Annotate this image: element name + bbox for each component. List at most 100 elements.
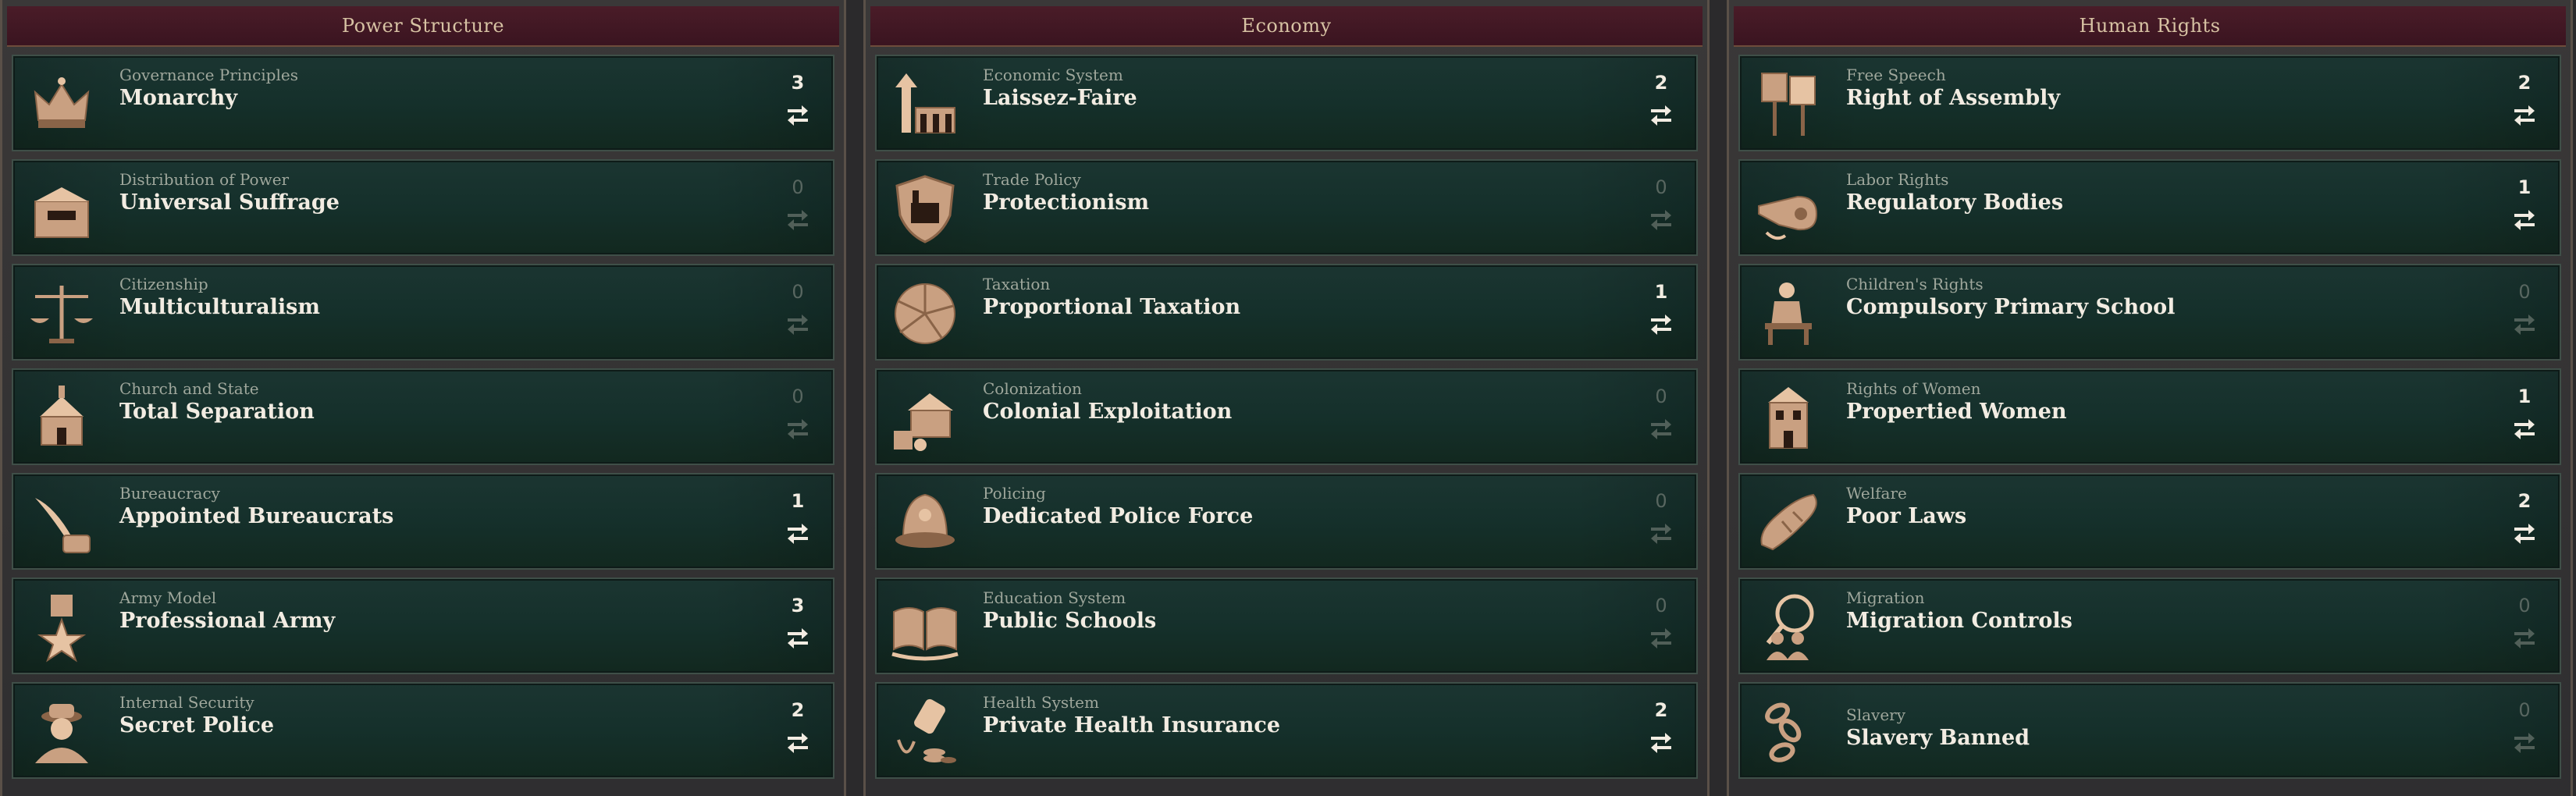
- change-law-icon[interactable]: [1648, 101, 1674, 128]
- law-category: Welfare: [1846, 484, 1907, 503]
- change-law-icon[interactable]: [1648, 520, 1674, 546]
- school-desk-icon: [1751, 275, 1826, 350]
- law-name: Private Health Insurance: [983, 713, 1281, 737]
- law-category: Free Speech: [1846, 66, 1946, 84]
- law-name: Multiculturalism: [119, 295, 320, 319]
- change-law-icon[interactable]: [2511, 415, 2538, 442]
- magnifier-people-icon: [1751, 588, 1826, 663]
- law-row[interactable]: Labor Rights Regulatory Bodies 1: [1738, 159, 2561, 256]
- change-law-icon[interactable]: [785, 206, 811, 233]
- law-category: Trade Policy: [983, 170, 1081, 189]
- factory-arrow-icon: [888, 66, 962, 140]
- law-row[interactable]: Colonization Colonial Exploitation 0: [875, 368, 1698, 465]
- law-name: Monarchy: [119, 86, 238, 110]
- panel-title: Human Rights: [1734, 6, 2566, 47]
- law-category: Army Model: [119, 588, 217, 607]
- church-icon: [24, 379, 99, 454]
- law-count: 1: [2517, 176, 2532, 198]
- law-row[interactable]: Citizenship Multiculturalism 0: [12, 264, 834, 361]
- house-goods-icon: [888, 379, 962, 454]
- change-law-icon[interactable]: [785, 520, 811, 546]
- law-row[interactable]: Distribution of Power Universal Suffrage…: [12, 159, 834, 256]
- change-law-icon[interactable]: [785, 624, 811, 651]
- panel-title: Power Structure: [7, 6, 839, 47]
- change-law-icon[interactable]: [785, 101, 811, 128]
- change-law-icon[interactable]: [1648, 415, 1674, 442]
- spy-icon: [24, 693, 99, 768]
- law-row[interactable]: Free Speech Right of Assembly 2: [1738, 55, 2561, 151]
- law-category: Internal Security: [119, 693, 254, 712]
- law-row[interactable]: Bureaucracy Appointed Bureaucrats 1: [12, 473, 834, 570]
- law-row[interactable]: Economic System Laissez-Faire 2: [875, 55, 1698, 151]
- placards-icon: [1751, 66, 1826, 140]
- factory-shield-icon: [888, 170, 962, 245]
- change-law-icon[interactable]: [2511, 101, 2538, 128]
- law-count: 1: [791, 490, 805, 512]
- law-count: 0: [792, 386, 804, 407]
- law-category: Rights of Women: [1846, 379, 1981, 398]
- law-count: 1: [1654, 281, 1668, 303]
- law-count: 0: [792, 176, 804, 198]
- law-row[interactable]: Welfare Poor Laws 2: [1738, 473, 2561, 570]
- change-law-icon[interactable]: [1648, 206, 1674, 233]
- change-law-icon[interactable]: [2511, 206, 2538, 233]
- law-row[interactable]: Migration Migration Controls 0: [1738, 577, 2561, 674]
- law-row[interactable]: Education System Public Schools 0: [875, 577, 1698, 674]
- law-row[interactable]: Trade Policy Protectionism 0: [875, 159, 1698, 256]
- change-law-icon[interactable]: [785, 415, 811, 442]
- law-count: 0: [1655, 490, 1667, 512]
- change-law-icon[interactable]: [2511, 520, 2538, 546]
- law-name: Propertied Women: [1846, 400, 2067, 424]
- power-structure-panel: Power Structure Governance Principles Mo…: [0, 0, 846, 796]
- laws-screen: Power Structure Governance Principles Mo…: [0, 0, 2576, 796]
- law-row[interactable]: Church and State Total Separation 0: [12, 368, 834, 465]
- law-category: Migration: [1846, 588, 1925, 607]
- law-row[interactable]: Policing Dedicated Police Force 0: [875, 473, 1698, 570]
- law-count: 3: [791, 595, 805, 617]
- police-helmet-icon: [888, 484, 962, 559]
- medicine-coins-icon: [888, 693, 962, 768]
- bread-icon: [1751, 484, 1826, 559]
- law-category: Slavery: [1846, 705, 1906, 724]
- law-count: 1: [2517, 386, 2532, 407]
- law-count: 0: [1655, 386, 1667, 407]
- law-name: Laissez-Faire: [983, 86, 1137, 110]
- change-law-icon[interactable]: [2511, 624, 2538, 651]
- law-category: Children's Rights: [1846, 275, 1984, 293]
- law-category: Bureaucracy: [119, 484, 220, 503]
- law-row[interactable]: Slavery Slavery Banned 0: [1738, 682, 2561, 779]
- change-law-icon[interactable]: [2511, 729, 2538, 755]
- law-row[interactable]: Taxation Proportional Taxation 1: [875, 264, 1698, 361]
- law-row[interactable]: Rights of Women Propertied Women 1: [1738, 368, 2561, 465]
- law-count: 0: [792, 281, 804, 303]
- law-name: Right of Assembly: [1846, 86, 2061, 110]
- law-list: Governance Principles Monarchy 3 Distrib…: [12, 55, 834, 787]
- law-row[interactable]: Governance Principles Monarchy 3: [12, 55, 834, 151]
- change-law-icon[interactable]: [2511, 311, 2538, 337]
- star-medal-icon: [24, 588, 99, 663]
- change-law-icon[interactable]: [1648, 624, 1674, 651]
- law-count: 0: [2518, 595, 2531, 617]
- law-category: Taxation: [983, 275, 1051, 293]
- law-row[interactable]: Children's Rights Compulsory Primary Sch…: [1738, 264, 2561, 361]
- change-law-icon[interactable]: [1648, 311, 1674, 337]
- law-row[interactable]: Army Model Professional Army 3: [12, 577, 834, 674]
- law-category: Church and State: [119, 379, 259, 398]
- law-row[interactable]: Health System Private Health Insurance 2: [875, 682, 1698, 779]
- law-name: Dedicated Police Force: [983, 504, 1254, 528]
- law-category: Citizenship: [119, 275, 208, 293]
- whistle-icon: [1751, 170, 1826, 245]
- law-row[interactable]: Internal Security Secret Police 2: [12, 682, 834, 779]
- law-name: Protectionism: [983, 190, 1150, 215]
- change-law-icon[interactable]: [785, 729, 811, 755]
- law-list: Free Speech Right of Assembly 2 Labor Ri…: [1738, 55, 2561, 787]
- change-law-icon[interactable]: [1648, 729, 1674, 755]
- human-rights-panel: Human Rights Free Speech Right of Assemb…: [1727, 0, 2573, 796]
- law-count: 2: [1654, 72, 1668, 94]
- change-law-icon[interactable]: [785, 311, 811, 337]
- pie-icon: [888, 275, 962, 350]
- ballot-box-icon: [24, 170, 99, 245]
- law-name: Secret Police: [119, 713, 275, 737]
- law-name: Regulatory Bodies: [1846, 190, 2064, 215]
- law-count: 2: [2517, 72, 2532, 94]
